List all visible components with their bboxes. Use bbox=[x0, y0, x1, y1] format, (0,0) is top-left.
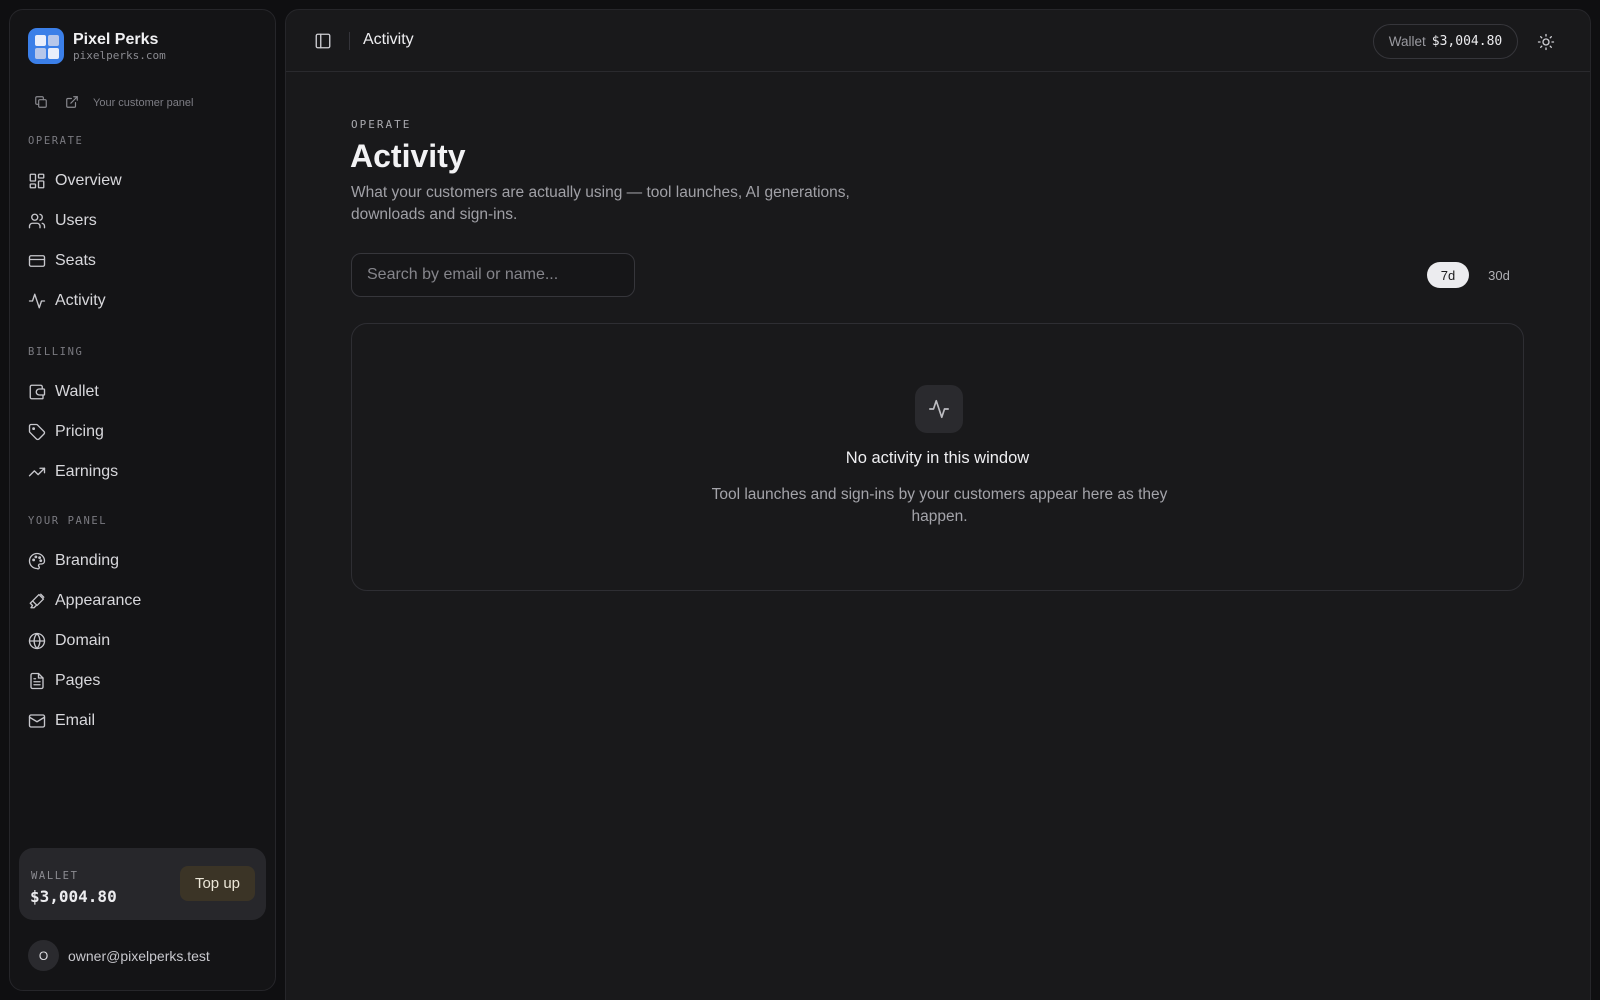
sidebar-wallet-card: WALLET $3,004.80 Top up bbox=[19, 848, 266, 920]
top-bar: Activity Wallet $3,004.80 bbox=[286, 10, 1590, 72]
sidebar-item-label: Email bbox=[55, 712, 96, 729]
wallet-label: WALLET bbox=[31, 870, 79, 882]
sidebar-item-label: Activity bbox=[55, 292, 106, 309]
wallet-pill-label: Wallet bbox=[1388, 34, 1426, 49]
external-link-icon[interactable] bbox=[65, 95, 81, 111]
header-wallet-pill[interactable]: Wallet $3,004.80 bbox=[1373, 24, 1518, 59]
sidebar: Pixel Perks pixelperks.com Your customer… bbox=[9, 9, 276, 991]
brand-name: Pixel Perks bbox=[73, 31, 159, 48]
activity-icon bbox=[915, 385, 963, 433]
empty-state-title: No activity in this window bbox=[845, 449, 1030, 467]
nav-section-your-panel: YOUR PANEL Branding Appearance Domain Pa… bbox=[28, 514, 258, 741]
card-icon bbox=[28, 255, 46, 267]
page-description: What your customers are actually using —… bbox=[351, 184, 850, 223]
divider bbox=[349, 32, 350, 50]
range-30d-button[interactable]: 30d bbox=[1477, 262, 1521, 288]
sidebar-item-activity[interactable]: Activity bbox=[28, 281, 258, 321]
sidebar-item-label: Appearance bbox=[55, 592, 142, 609]
avatar: O bbox=[28, 940, 59, 971]
top-up-button[interactable]: Top up bbox=[180, 866, 255, 901]
activity-icon bbox=[28, 293, 46, 309]
sidebar-item-label: Earnings bbox=[55, 463, 119, 480]
sidebar-item-pages[interactable]: Pages bbox=[28, 661, 258, 701]
users-icon bbox=[28, 213, 46, 229]
tag-icon bbox=[28, 423, 46, 441]
sidebar-item-overview[interactable]: Overview bbox=[28, 161, 258, 201]
sidebar-item-label: Branding bbox=[55, 552, 120, 569]
brand[interactable]: Pixel Perks pixelperks.com bbox=[28, 28, 166, 64]
sidebar-item-earnings[interactable]: Earnings bbox=[28, 452, 258, 492]
user-menu[interactable]: O owner@pixelperks.test bbox=[28, 940, 210, 971]
section-label: OPERATE bbox=[28, 135, 84, 147]
section-label: YOUR PANEL bbox=[28, 515, 108, 527]
breadcrumb: Activity bbox=[363, 31, 414, 48]
sidebar-item-seats[interactable]: Seats bbox=[28, 241, 258, 281]
empty-state-description: Tool launches and sign-ins by your custo… bbox=[711, 486, 1168, 525]
sidebar-item-appearance[interactable]: Appearance bbox=[28, 581, 258, 621]
sun-icon[interactable] bbox=[1537, 33, 1555, 51]
copy-icon[interactable] bbox=[34, 95, 50, 111]
sidebar-item-email[interactable]: Email bbox=[28, 701, 258, 741]
brush-icon bbox=[29, 593, 45, 609]
brand-domain: pixelperks.com bbox=[73, 49, 166, 62]
grid-icon bbox=[29, 173, 45, 189]
globe-icon bbox=[28, 632, 46, 650]
customer-panel-link[interactable]: Your customer panel bbox=[93, 97, 194, 109]
sidebar-toggle-icon[interactable] bbox=[314, 32, 332, 50]
search-input[interactable] bbox=[351, 253, 635, 297]
mail-icon bbox=[28, 714, 46, 728]
main-panel: Activity Wallet $3,004.80 OPERATE Activi… bbox=[285, 9, 1591, 1000]
range-7d-button[interactable]: 7d bbox=[1427, 262, 1469, 288]
brand-logo-icon bbox=[28, 28, 64, 64]
sidebar-item-label: Users bbox=[55, 212, 97, 229]
sidebar-item-label: Domain bbox=[55, 632, 111, 649]
wallet-pill-value: $3,004.80 bbox=[1431, 34, 1503, 49]
sidebar-item-domain[interactable]: Domain bbox=[28, 621, 258, 661]
trending-up-icon bbox=[28, 467, 46, 477]
sidebar-item-users[interactable]: Users bbox=[28, 201, 258, 241]
file-icon bbox=[30, 672, 44, 690]
wallet-balance: $3,004.80 bbox=[30, 887, 117, 906]
sidebar-item-label: Pricing bbox=[55, 423, 104, 440]
sidebar-item-branding[interactable]: Branding bbox=[28, 541, 258, 581]
sidebar-item-wallet[interactable]: Wallet bbox=[28, 372, 258, 412]
sidebar-item-label: Seats bbox=[55, 252, 96, 269]
empty-state-card: No activity in this window Tool launches… bbox=[351, 323, 1524, 591]
page-eyebrow: OPERATE bbox=[351, 118, 412, 131]
sidebar-item-label: Overview bbox=[55, 172, 122, 189]
sidebar-item-label: Pages bbox=[55, 672, 101, 689]
nav-section-billing: BILLING Wallet Pricing Earnings bbox=[28, 345, 258, 492]
wallet-icon bbox=[29, 384, 46, 400]
page-title: Activity bbox=[350, 138, 466, 174]
user-email: owner@pixelperks.test bbox=[68, 947, 210, 964]
nav-section-operate: OPERATE Overview Users Seats Activity bbox=[28, 134, 258, 321]
sidebar-item-pricing[interactable]: Pricing bbox=[28, 412, 258, 452]
section-label: BILLING bbox=[28, 346, 84, 358]
sidebar-item-label: Wallet bbox=[55, 383, 99, 400]
palette-icon bbox=[28, 552, 46, 570]
